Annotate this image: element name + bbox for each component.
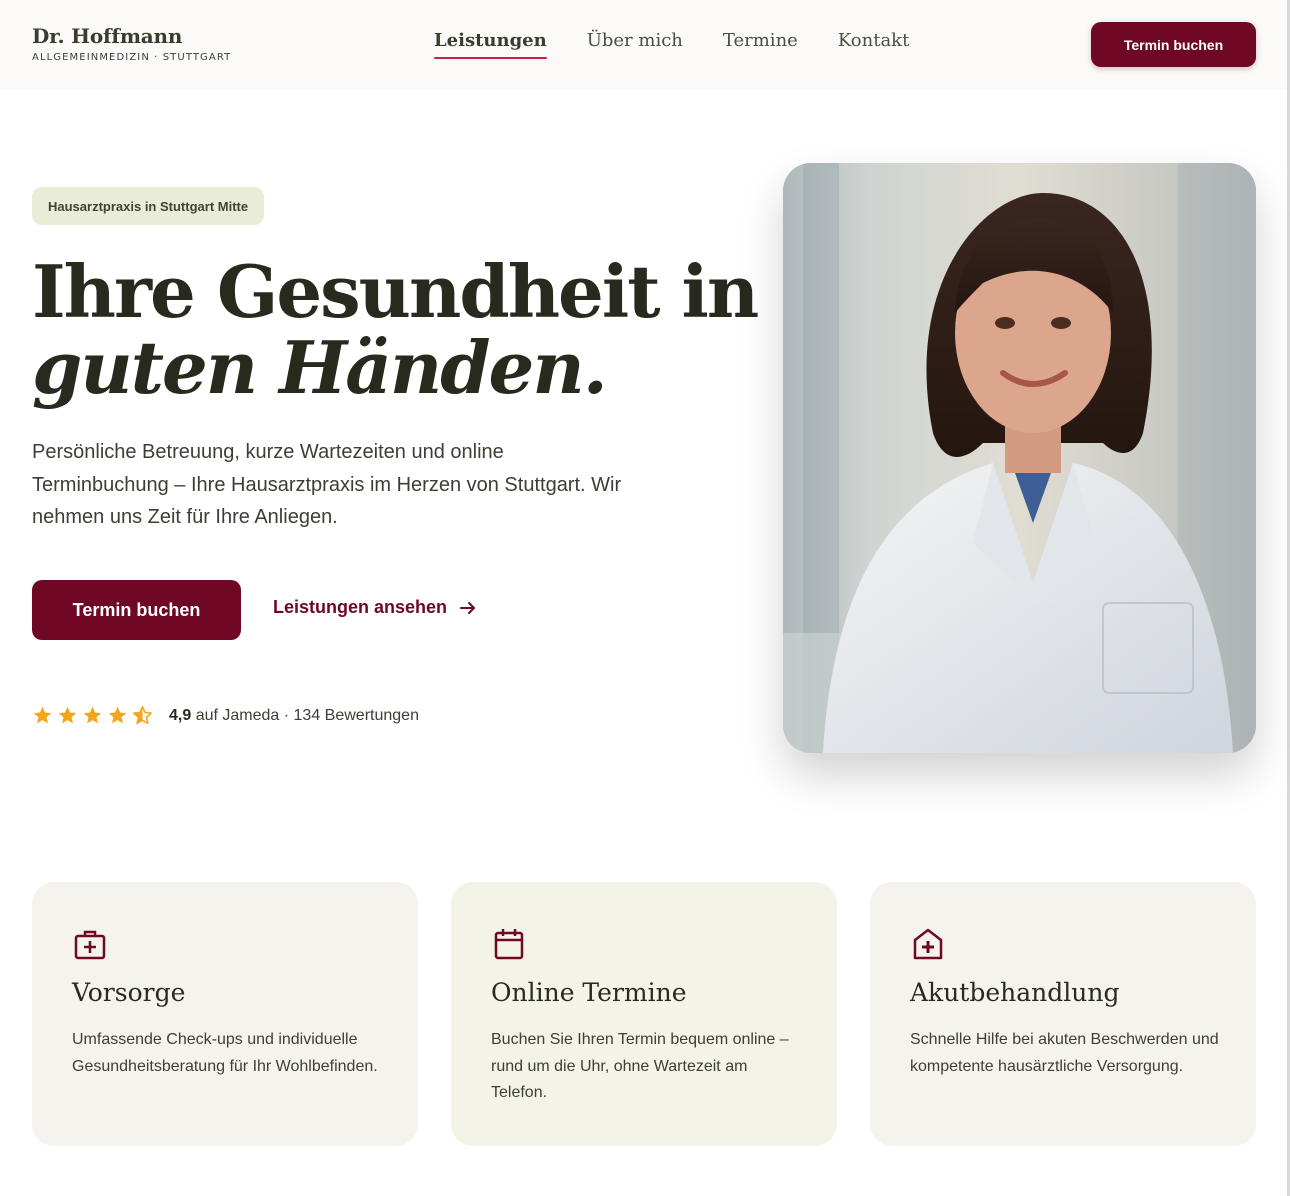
star-icon [83,706,102,724]
brand-logo[interactable]: Dr. Hoffmann ALLGEMEINMEDIZIN · STUTTGAR… [32,24,231,63]
main-nav: Leistungen Über mich Termine Kontakt [434,30,910,59]
card-title: Online Termine [491,978,687,1007]
rating-stars [32,705,153,726]
service-card-vorsorge[interactable]: Vorsorge Umfassende Check-ups und indivi… [32,882,418,1146]
calendar-icon [494,929,524,960]
site-header: Dr. Hoffmann ALLGEMEINMEDIZIN · STUTTGAR… [0,0,1287,90]
rating-score: 4,9 [169,706,192,724]
nav-item-ueber-mich[interactable]: Über mich [587,30,683,57]
view-services-link[interactable]: Leistungen ansehen [273,597,477,618]
rating: 4,9 auf Jameda · 134 Bewertungen [32,705,419,726]
card-title: Akutbehandlung [910,978,1120,1007]
star-icon [33,706,52,724]
nav-item-leistungen[interactable]: Leistungen [434,30,547,59]
rating-text: 4,9 auf Jameda · 134 Bewertungen [169,707,419,725]
arrow-right-icon [460,601,476,614]
hero-title-line1: Ihre Gesundheit in [32,249,759,334]
medical-kit-icon [74,930,106,960]
book-appointment-button[interactable]: Termin buchen [32,580,241,640]
hero-description: Persönliche Betreuung, kurze Wartezeiten… [32,441,622,528]
rating-source: auf Jameda · 134 Bewertungen [195,706,419,724]
star-icon [58,706,77,724]
nav-item-kontakt[interactable]: Kontakt [838,30,910,57]
card-text: Umfassende Check-ups und individuelle Ge… [72,1031,378,1075]
card-title: Vorsorge [72,978,186,1007]
half-star-icon [132,705,153,725]
brand-name: Dr. Hoffmann [32,24,183,48]
view-services-label: Leistungen ansehen [273,597,448,617]
service-card-online-termine[interactable]: Online Termine Buchen Sie Ihren Termin b… [451,882,837,1146]
service-card-akutbehandlung[interactable]: Akutbehandlung Schnelle Hilfe bei akuten… [870,882,1256,1146]
nav-item-termine[interactable]: Termine [723,30,798,57]
card-text: Buchen Sie Ihren Termin bequem online – … [491,1031,789,1101]
location-badge: Hausarztpraxis in Stuttgart Mitte [32,187,265,225]
hero-title: Ihre Gesundheit in guten Händen. [32,254,759,410]
doctor-portrait [783,163,1256,753]
clinic-icon [913,928,943,960]
brand-subtitle: ALLGEMEINMEDIZIN · STUTTGART [32,52,232,63]
hero-title-line2: guten Händen. [32,325,608,410]
star-icon [108,706,127,724]
card-text: Schnelle Hilfe bei akuten Beschwerden un… [910,1031,1219,1075]
header-book-button[interactable]: Termin buchen [1091,22,1256,67]
doctor-photo [783,163,1256,753]
